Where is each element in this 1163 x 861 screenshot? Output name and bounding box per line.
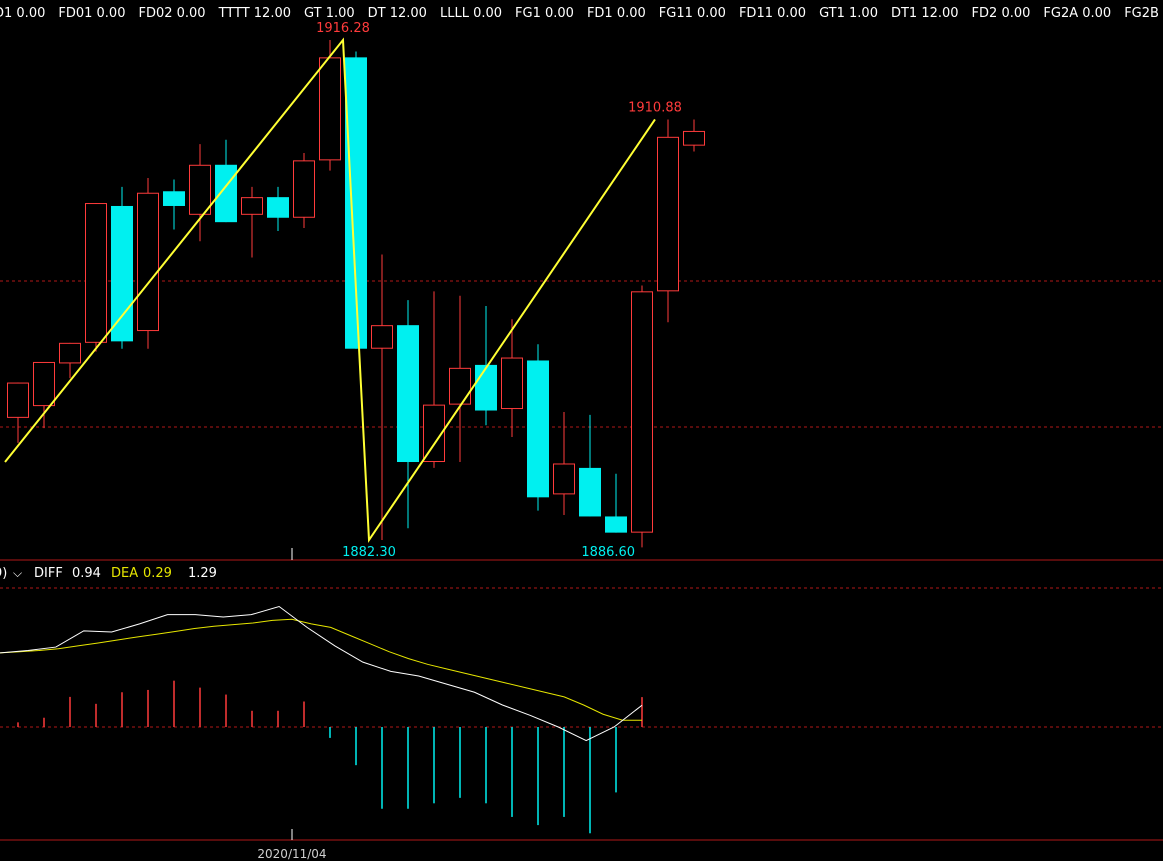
price-annotation: 1916.28 (316, 21, 370, 36)
candle-body (657, 136, 679, 292)
indicator-tttt: TTTT 12.00 (218, 6, 291, 21)
indicator-dt: DT 12.00 (368, 6, 427, 21)
indicator-fg2a: FG2A 0.00 (1043, 6, 1111, 21)
price-annotation: 1910.88 (628, 100, 682, 115)
price-annotation: 1882.30 (342, 545, 396, 560)
indicator-fd1: FD1 0.00 (587, 6, 646, 21)
candle-body (683, 130, 705, 146)
indicator-fd2: FD2 0.00 (972, 6, 1031, 21)
candle-body (553, 463, 575, 495)
indicator-gt: GT 1.00 (304, 6, 355, 21)
candle-body (59, 342, 81, 364)
dea-value: 0.29 (143, 566, 172, 581)
dea-label: DEA (111, 566, 138, 581)
candle-body (215, 164, 237, 223)
indicator-fd01: FD01 0.00 (58, 6, 125, 21)
price-annotations: 1916.28 1882.30 1910.88 1886.60 (316, 21, 682, 560)
candle-body (449, 367, 471, 405)
indicator-fg1: FG1 0.00 (515, 6, 574, 21)
indicator-fg11: FG11 0.00 (659, 6, 726, 21)
candle-body (241, 197, 263, 215)
candle-body (163, 191, 185, 206)
chevron-down-icon[interactable]: ⌵ (13, 566, 22, 580)
candle-body (371, 325, 393, 349)
diff-value: 0.94 (72, 566, 101, 581)
candle-body (85, 203, 107, 343)
candle-body (189, 164, 211, 215)
macd-value: 1.29 (188, 566, 217, 581)
chart-canvas: D1 0.00 FD01 0.00 FD02 0.00 TTTT 12.00 GT 1.… (0, 6, 1163, 861)
diff-label: DIFF (34, 566, 63, 581)
indicator-gt1: GT1 1.00 (819, 6, 878, 21)
candle-body (605, 516, 627, 533)
indicator-header: D1 0.00 FD01 0.00 FD02 0.00 TTTT 12.00 GT 1.… (0, 6, 1163, 21)
indicator-llll: LLLL 0.00 (440, 6, 502, 21)
macd-header: 9) ⌵ DIFF 0.94 DEA 0.29 1.29 (0, 566, 217, 581)
candle-body (111, 205, 133, 342)
candle-body (631, 291, 653, 533)
candle-body (293, 160, 315, 218)
indicator-fd02: FD02 0.00 (138, 6, 205, 21)
candle-body (319, 57, 341, 161)
candle-body (397, 325, 419, 463)
candle-body (475, 364, 497, 411)
candle-body (501, 357, 523, 410)
x-axis-date-label: 2020/11/04 (257, 847, 326, 861)
candle-body (579, 467, 601, 517)
candle-body (33, 361, 55, 407)
indicator-fg2b: FG2B 0.00 (1124, 6, 1163, 21)
candle-body (7, 382, 29, 418)
macd-prefix: 9) (0, 566, 7, 581)
indicator-d1: D1 0.00 (0, 6, 45, 21)
indicator-fd11: FD11 0.00 (739, 6, 806, 21)
macd-histogram (17, 680, 643, 834)
candle-body (527, 360, 549, 498)
indicator-dt1: DT1 12.00 (891, 6, 959, 21)
candle-body (267, 197, 289, 218)
price-annotation: 1886.60 (581, 545, 635, 560)
candle-body (137, 192, 159, 332)
